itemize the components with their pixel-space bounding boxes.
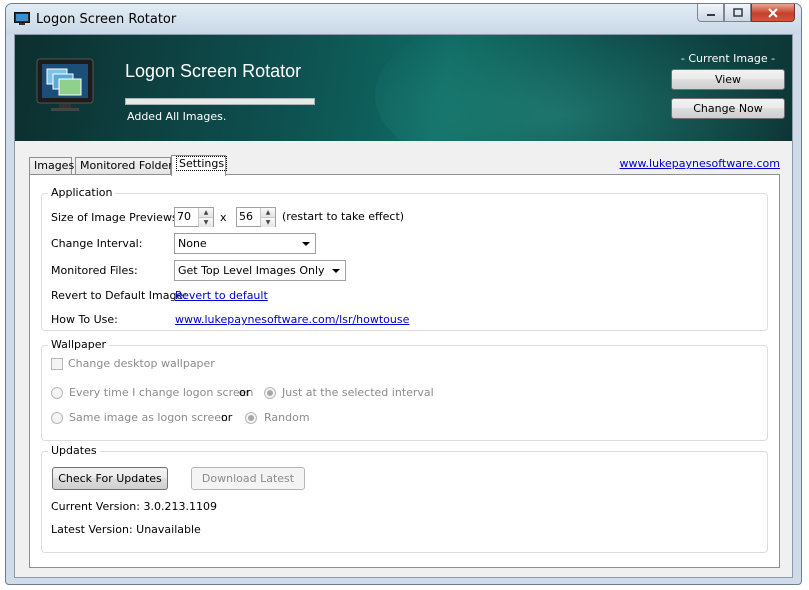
change-desktop-label: Change desktop wallpaper: [68, 357, 215, 370]
change-now-button[interactable]: Change Now: [671, 98, 785, 119]
minimize-button[interactable]: [697, 4, 724, 22]
status-text: Added All Images.: [127, 110, 227, 123]
monitored-files-label: Monitored Files:: [51, 264, 138, 277]
how-to-link[interactable]: www.lukepaynesoftware.com/lsr/howtouse: [175, 313, 409, 326]
window-title: Logon Screen Rotator: [36, 12, 177, 27]
preview-width-spinner[interactable]: 70 ▲ ▼: [174, 207, 214, 227]
monitored-files-select[interactable]: Get Top Level Images Only: [174, 260, 346, 281]
revert-link[interactable]: Revert to default: [175, 289, 268, 302]
current-image-label: - Current Image -: [680, 52, 776, 65]
preview-height-spinner[interactable]: 56 ▲ ▼: [236, 207, 276, 227]
preview-width-value: 70: [177, 210, 191, 223]
or-label: or: [239, 386, 251, 399]
change-desktop-checkbox[interactable]: [51, 358, 63, 370]
preview-size-label: Size of Image Previews:: [51, 211, 182, 224]
minimize-icon: [706, 13, 715, 16]
preview-width-arrows[interactable]: ▲ ▼: [198, 208, 213, 227]
every-time-label: Every time I change logon screen: [69, 386, 254, 399]
random-radio[interactable]: [245, 412, 257, 424]
spin-down-icon[interactable]: ▼: [261, 218, 275, 227]
change-interval-label: Change Interval:: [51, 237, 143, 250]
wallpaper-group: Wallpaper Change desktop wallpaper Every…: [41, 338, 768, 441]
tab-settings-label: Settings: [176, 156, 228, 171]
just-interval-label: Just at the selected interval: [282, 386, 434, 399]
change-interval-value: None: [178, 237, 207, 250]
chevron-down-icon: [302, 242, 310, 246]
change-interval-select[interactable]: None: [174, 233, 316, 254]
tab-images[interactable]: Images: [29, 157, 74, 175]
tab-monitored-folders[interactable]: Monitored Folders: [75, 157, 179, 175]
every-time-radio[interactable]: [51, 387, 63, 399]
wallpaper-group-title: Wallpaper: [48, 338, 110, 351]
tab-settings[interactable]: Settings: [171, 155, 228, 176]
app-window: Logon Screen Rotator Logon Screen Rotato…: [5, 3, 802, 585]
preview-height-value: 56: [239, 210, 253, 223]
window-controls: [697, 4, 795, 24]
restart-note: (restart to take effect): [282, 210, 405, 223]
view-button[interactable]: View: [671, 69, 785, 90]
header-banner: Logon Screen Rotator Added All Images. -…: [15, 35, 792, 141]
website-link[interactable]: www.lukepaynesoftware.com: [620, 157, 780, 170]
monitored-files-value: Get Top Level Images Only: [178, 264, 325, 277]
updates-group-title: Updates: [48, 444, 100, 457]
progress-bar: [125, 98, 315, 105]
maximize-icon: [732, 8, 743, 17]
spin-up-icon[interactable]: ▲: [261, 208, 275, 218]
same-image-radio[interactable]: [51, 412, 63, 424]
spin-up-icon[interactable]: ▲: [199, 208, 213, 218]
revert-label: Revert to Default Image:: [51, 289, 187, 302]
close-icon: [768, 7, 778, 18]
close-button[interactable]: [751, 4, 795, 22]
app-title: Logon Screen Rotator: [125, 61, 302, 81]
monitor-logo-icon: [36, 58, 94, 111]
title-bar[interactable]: Logon Screen Rotator: [6, 4, 801, 34]
just-interval-radio[interactable]: [264, 387, 276, 399]
random-label: Random: [264, 411, 310, 424]
settings-panel: Application Size of Image Previews: 70 ▲…: [29, 174, 780, 568]
progress-fill: [126, 99, 314, 104]
maximize-button[interactable]: [724, 4, 751, 22]
same-image-label: Same image as logon screen: [69, 411, 228, 424]
current-version: Current Version: 3.0.213.1109: [51, 500, 217, 513]
spin-down-icon[interactable]: ▼: [199, 218, 213, 227]
application-group: Application Size of Image Previews: 70 ▲…: [41, 186, 768, 331]
or-label: or: [221, 411, 233, 424]
app-icon: [14, 12, 30, 25]
application-group-title: Application: [48, 186, 116, 199]
preview-height-arrows[interactable]: ▲ ▼: [260, 208, 275, 227]
client-area: Logon Screen Rotator Added All Images. -…: [14, 34, 793, 578]
download-latest-button[interactable]: Download Latest: [191, 467, 305, 490]
chevron-down-icon: [332, 269, 340, 273]
latest-version: Latest Version: Unavailable: [51, 523, 201, 536]
check-updates-button[interactable]: Check For Updates: [52, 467, 168, 490]
times-label: x: [220, 211, 227, 224]
how-to-label: How To Use:: [51, 313, 118, 326]
updates-group: Updates Check For Updates Download Lates…: [41, 444, 768, 553]
